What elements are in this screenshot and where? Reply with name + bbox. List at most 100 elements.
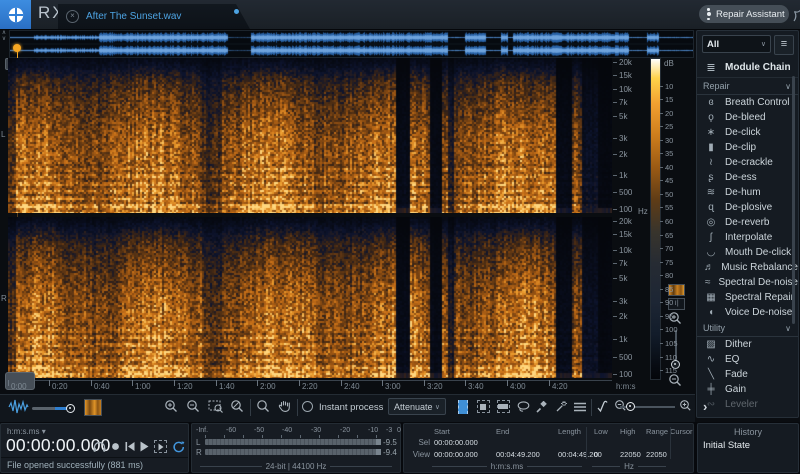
module-item-voice-de-noise[interactable]: ◖Voice De-noise (697, 305, 798, 320)
module-item-leveler[interactable]: ∾Leveler (697, 397, 798, 412)
horizontal-zoom-in-icon[interactable] (679, 399, 694, 414)
section-header-repair[interactable]: Repair∨ (697, 78, 798, 95)
module-label: Dither (725, 339, 752, 350)
de-ess-icon: ʂ (704, 172, 718, 183)
module-item-fade[interactable]: ╲Fade (697, 367, 798, 382)
db-tick-label: 100 (665, 326, 678, 333)
de-plosive-icon: ɋ (704, 202, 718, 213)
selection-info-panel[interactable]: StartEndLengthLowHighRangeCursorSel00:00… (403, 423, 694, 473)
module-item-dither[interactable]: ▨Dither (697, 337, 798, 352)
horizontal-zoom-knob[interactable] (626, 402, 635, 411)
freq-tick-label: 3k (619, 298, 627, 306)
file-format: 24-bit | 44100 Hz (266, 462, 327, 471)
db-tick-label: 85 (665, 286, 673, 293)
db-tick (660, 126, 663, 127)
zoom-out-button[interactable] (186, 399, 201, 414)
spectrogram-right-channel[interactable] (8, 217, 612, 378)
module-item-spectral-repair[interactable]: ▦Spectral Repair (697, 290, 798, 305)
frequency-selection-tool[interactable] (496, 399, 510, 414)
monitor-headphones-button[interactable] (93, 441, 106, 453)
freq-tick-label: 5k (619, 113, 627, 121)
play-selection-button[interactable] (154, 440, 167, 453)
zoom-in-button[interactable] (164, 399, 179, 414)
previous-button[interactable] (125, 441, 135, 452)
blend-slider-knob[interactable] (66, 404, 75, 413)
freq-tick (613, 263, 617, 264)
module-item-music-rebalance[interactable]: ♬Music Rebalance (697, 260, 798, 275)
db-tick-label: 35 (665, 150, 673, 157)
db-tick-label: 15 (665, 96, 673, 103)
spectrogram-left-channel[interactable] (8, 58, 612, 213)
waveform-overview[interactable] (9, 30, 694, 58)
play-button[interactable] (140, 441, 149, 452)
lasso-selection-tool[interactable] (516, 399, 530, 414)
module-item-spectral-de-noise[interactable]: ≈Spectral De-noise (697, 275, 798, 290)
freq-tick (613, 75, 617, 76)
record-button[interactable] (111, 441, 120, 452)
module-chain-item[interactable]: ≣ Module Chain (697, 58, 798, 78)
zoom-reset-button[interactable] (230, 399, 245, 414)
module-item-de-reverb[interactable]: ◎De-reverb (697, 215, 798, 230)
chevron-down-icon: ∨ (785, 82, 791, 91)
level-meters-panel[interactable]: -Inf.-60-50-40-30-20-10-30 L -9.5 R -9.4… (191, 423, 401, 473)
ruler-tick-label: 3:20 (427, 382, 443, 391)
sidebar-scrollbar[interactable] (792, 76, 795, 324)
chevron-down-icon: ∨ (785, 324, 791, 333)
magic-wand-tool[interactable] (554, 399, 568, 414)
module-item-de-crackle[interactable]: ≀De-crackle (697, 155, 798, 170)
hand-pan-tool[interactable] (278, 399, 293, 414)
brush-selection-tool[interactable] (535, 399, 549, 414)
module-item-de-ess[interactable]: ʂDe-ess (697, 170, 798, 185)
module-item-de-clip[interactable]: ▮De-clip (697, 140, 798, 155)
document-tab[interactable]: × After The Sunset.wav (58, 4, 250, 29)
vertical-zoom-out-icon[interactable] (668, 373, 683, 388)
meter-bar-right (205, 449, 377, 455)
module-item-de-click[interactable]: ∗De-click (697, 125, 798, 140)
loop-playback-button[interactable] (172, 441, 186, 453)
gain-icon: ╪ (704, 384, 718, 395)
history-panel: History Initial State (697, 423, 799, 473)
db-tick (660, 370, 663, 371)
collapse-down-icon[interactable]: ∨ (0, 36, 8, 42)
ruler-tick-label: 0:00 (11, 382, 27, 391)
overview-collapse-control[interactable]: ∧ ∨ (0, 30, 8, 56)
module-filter-dropdown[interactable]: All ∨ (702, 35, 771, 53)
history-entry[interactable]: Initial State (703, 440, 798, 451)
ruler-tick-label: 0:40 (94, 382, 110, 391)
toolbar-separator (591, 399, 592, 416)
module-menu-button[interactable]: ≡ (774, 35, 794, 55)
freq-tick-label: 100 (619, 206, 632, 214)
repair-assistant-button[interactable]: Repair Assistant (699, 5, 789, 23)
waveform-blend-icon (8, 399, 29, 416)
expand-panel-chevron-icon[interactable]: › (703, 399, 707, 414)
magnify-tool[interactable] (256, 399, 271, 414)
harmonics-selection-tool[interactable] (573, 399, 587, 414)
module-item-breath-control[interactable]: ɞBreath Control (697, 95, 798, 110)
process-mode-dropdown[interactable]: Attenuate ∨ (388, 398, 446, 415)
freq-tick (613, 301, 617, 302)
module-item-gain[interactable]: ╪Gain (697, 382, 798, 397)
find-similar-tool[interactable] (597, 399, 611, 414)
tab-close-icon[interactable]: × (66, 10, 79, 23)
module-item-mouth-de-click[interactable]: ◡Mouth De-click (697, 245, 798, 260)
time-selection-tool[interactable] (456, 399, 470, 414)
panel-divider (1, 457, 188, 458)
section-header-utility[interactable]: Utility∨ (697, 320, 798, 337)
chevron-down-icon: ∨ (435, 403, 440, 411)
db-tick (660, 262, 663, 263)
ruler-tick (257, 380, 258, 386)
module-item-de-plosive[interactable]: ɋDe-plosive (697, 200, 798, 215)
module-item-eq[interactable]: ∿EQ (697, 352, 798, 367)
time-ruler[interactable] (8, 380, 612, 381)
time-frequency-selection-tool[interactable] (476, 399, 490, 414)
module-item-interpolate[interactable]: ʃInterpolate (697, 230, 798, 245)
module-item-de-bleed[interactable]: ϙDe-bleed (697, 110, 798, 125)
zoom-selection-button[interactable] (208, 399, 223, 414)
module-item-de-hum[interactable]: ≋De-hum (697, 185, 798, 200)
selection-time-unit: h:m:s.ms (491, 462, 523, 471)
freq-tick-label: 20k (619, 218, 632, 226)
module-label: Music Rebalance (721, 262, 798, 273)
selection-value: 0 (594, 450, 598, 459)
instant-process-radio[interactable] (302, 401, 313, 412)
transport-panel: h:m:s.ms ▾ 00:00:00.000 File opened succ… (0, 423, 189, 473)
